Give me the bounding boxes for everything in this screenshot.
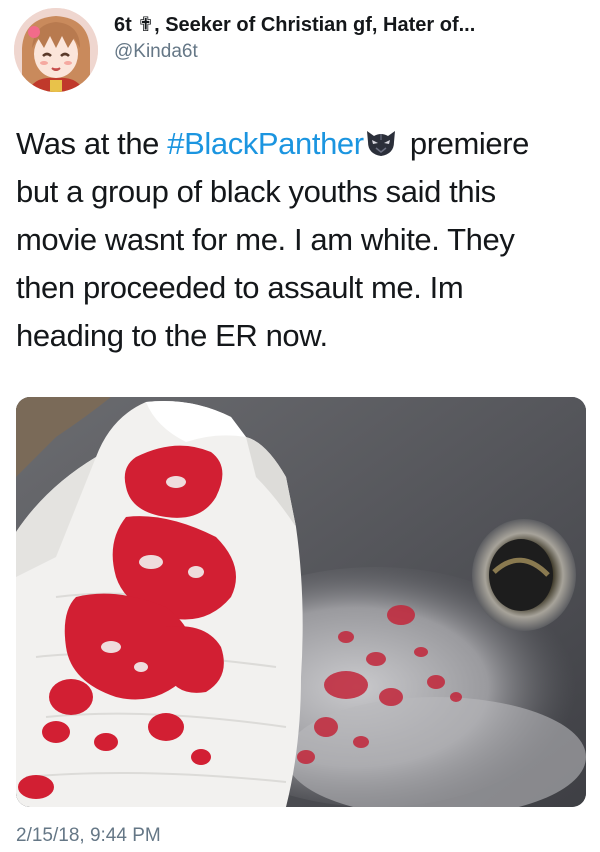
- hashtag-link[interactable]: #BlackPanther: [167, 126, 364, 161]
- tweet-text-line-4: then proceeded to assault me. Im: [16, 270, 464, 305]
- tweet-text-line-2: but a group of black youths said this: [16, 174, 496, 209]
- author-display-name[interactable]: 6t ✟, Seeker of Christian gf, Hater of..…: [114, 12, 475, 38]
- tweet: 6t ✟, Seeker of Christian gf, Hater of..…: [0, 0, 600, 852]
- black-panther-mask-emoji: [364, 124, 398, 156]
- tweet-text-line-5: heading to the ER now.: [16, 318, 328, 353]
- bloody-tissue-in-sink-photo: [16, 397, 586, 807]
- tweet-text-line-1: Was at the #BlackPanther premiere: [16, 120, 584, 168]
- tweet-text: Was at the #BlackPanther premiere but a …: [16, 120, 584, 360]
- tweet-timestamp[interactable]: 2/15/18, 9:44 PM: [16, 824, 161, 848]
- tweet-header: 6t ✟, Seeker of Christian gf, Hater of..…: [14, 8, 475, 92]
- author-names: 6t ✟, Seeker of Christian gf, Hater of..…: [114, 12, 475, 64]
- tweet-media-image[interactable]: [16, 397, 586, 807]
- text-segment: Was at the: [16, 126, 168, 161]
- anime-avatar-icon: [14, 8, 98, 92]
- tweet-text-line-3: movie wasnt for me. I am white. They: [16, 222, 515, 257]
- text-segment: premiere: [401, 126, 530, 161]
- avatar[interactable]: [14, 8, 98, 92]
- author-handle[interactable]: @Kinda6t: [114, 40, 475, 64]
